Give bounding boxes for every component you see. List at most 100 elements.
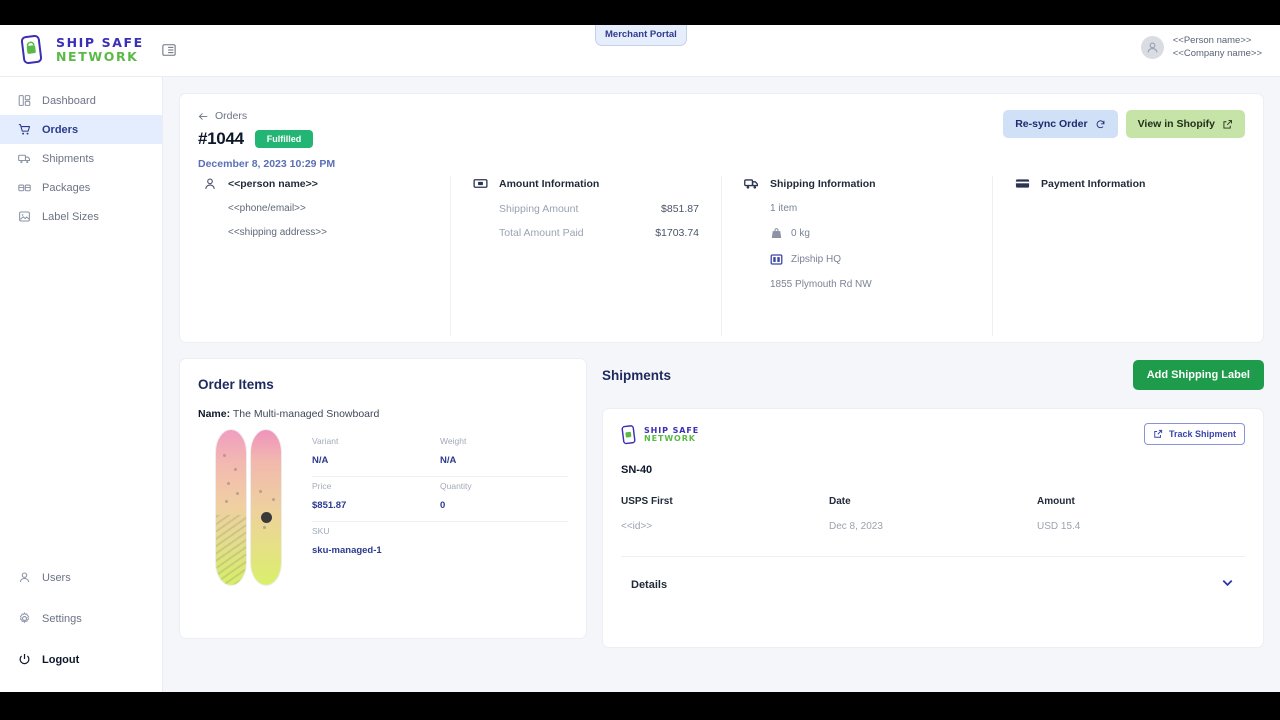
- sidebar-item-settings[interactable]: Settings: [0, 604, 162, 633]
- shipments-section: Shipments Add Shipping Label SHIP SAFE N…: [602, 358, 1264, 648]
- money-icon: [473, 176, 488, 191]
- shipping-info-panel: Shipping Information 1 item 0 kg Zipship…: [722, 176, 993, 336]
- shipping-location-row: Zipship HQ: [770, 253, 970, 266]
- sidebar-item-dashboard[interactable]: Dashboard: [0, 86, 162, 115]
- sidebar-item-users[interactable]: Users: [0, 563, 162, 592]
- sidebar-item-label: Dashboard: [42, 94, 96, 107]
- column-value: <<id>>: [621, 521, 653, 532]
- sidebar: Dashboard Orders Shipments Packages Labe…: [0, 77, 163, 692]
- order-summary-card: Orders #1044 Fulfilled December 8, 2023 …: [179, 93, 1264, 343]
- shipping-street: 1855 Plymouth Rd NW: [770, 279, 872, 290]
- shipment-details-label: Details: [631, 579, 668, 591]
- view-in-shopify-label: View in Shopify: [1137, 118, 1215, 130]
- shipments-title: Shipments: [602, 367, 672, 383]
- status-badge: Fulfilled: [254, 130, 314, 148]
- shipping-location: Zipship HQ: [791, 254, 842, 265]
- shipment-details-toggle[interactable]: Details: [621, 557, 1245, 595]
- user-icon: [18, 571, 31, 584]
- shipment-amount-cell: Amount USD 15.4: [1037, 496, 1245, 532]
- spec-quantity: Quantity 0: [440, 481, 568, 511]
- box-icon: [18, 181, 31, 194]
- customer-name: <<person name>>: [228, 177, 318, 190]
- app-logo[interactable]: SHIP SAFE NETWORK: [20, 35, 176, 65]
- resync-order-label: Re-sync Order: [1015, 118, 1088, 130]
- sync-icon: [1096, 119, 1104, 128]
- spec-value: N/A: [312, 455, 329, 466]
- weight-icon: [771, 228, 782, 239]
- snowboard-left: [215, 430, 246, 585]
- sidebar-item-label: Packages: [42, 181, 91, 194]
- arrow-left-icon: [198, 112, 208, 120]
- spec-value: $851.87: [312, 500, 347, 511]
- sidebar-secondary-nav: Users Settings Logout: [0, 563, 162, 674]
- order-item-detail: Variant N/A Weight N/A Price $851.87 Qua…: [198, 426, 568, 586]
- customer-contact: <<phone/email>>: [228, 203, 306, 214]
- amount-row: Total Amount Paid $1703.74: [499, 227, 699, 239]
- letterbox-bottom: [0, 692, 1280, 720]
- amount-row-label: Total Amount Paid: [499, 227, 584, 239]
- order-items-title: Order Items: [198, 377, 274, 392]
- track-shipment-button[interactable]: Track Shipment: [1143, 423, 1245, 445]
- sidebar-item-orders[interactable]: Orders: [0, 115, 162, 144]
- amount-info-panel: Amount Information Shipping Amount $851.…: [451, 176, 722, 336]
- sidebar-item-logout[interactable]: Logout: [0, 645, 162, 674]
- snowboard-pattern: [215, 515, 246, 585]
- column-header: USPS First: [621, 496, 673, 507]
- shipping-info-title: Shipping Information: [770, 177, 876, 190]
- shipment-card: SHIP SAFE NETWORK Track Shipment SN-40 U…: [602, 408, 1264, 648]
- amount-row-value: $1703.74: [655, 227, 699, 239]
- external-link-icon: [1154, 429, 1163, 438]
- dashboard-icon: [18, 94, 31, 107]
- product-image: [198, 426, 298, 586]
- payment-info-title: Payment Information: [1041, 177, 1146, 190]
- add-shipping-label-button[interactable]: Add Shipping Label: [1132, 360, 1264, 390]
- customer-info-body: <<phone/email>> <<shipping address>>: [202, 191, 428, 238]
- customer-address: <<shipping address>>: [228, 227, 327, 238]
- sidebar-item-label: Users: [42, 571, 71, 584]
- logo-text-line1: SHIP SAFE: [56, 35, 144, 50]
- shipment-number: SN-40: [621, 464, 653, 476]
- amount-row: Shipping Amount $851.87: [499, 203, 699, 215]
- warehouse-icon: [770, 254, 783, 265]
- spec-row: Price $851.87 Quantity 0: [312, 477, 568, 522]
- menu-toggle-icon[interactable]: [162, 43, 176, 57]
- spec-label: Quantity: [440, 481, 472, 491]
- merchant-portal-badge[interactable]: Merchant Portal: [595, 25, 687, 46]
- gear-icon: [18, 612, 31, 625]
- amount-row-value: $851.87: [661, 203, 699, 215]
- user-name: <<Person name>>: [1172, 35, 1252, 46]
- order-item-name: Name: The Multi-managed Snowboard: [198, 408, 568, 420]
- user-menu[interactable]: <<Person name>> <<Company name>>: [1140, 35, 1262, 61]
- column-header: Date: [829, 496, 851, 507]
- sidebar-item-packages[interactable]: Packages: [0, 173, 162, 202]
- page-title: #1044: [198, 129, 244, 148]
- spec-value: 0: [440, 500, 446, 511]
- amount-info-title: Amount Information: [499, 177, 600, 190]
- sidebar-item-label: Settings: [42, 612, 82, 625]
- sidebar-item-label: Orders: [42, 123, 79, 136]
- customer-info-header: <<person name>>: [202, 176, 428, 191]
- shipping-weight: 0 kg: [791, 228, 810, 239]
- chevron-down-icon[interactable]: [1220, 575, 1235, 595]
- avatar: [1140, 36, 1164, 60]
- customer-info-panel: <<person name>> <<phone/email>> <<shippi…: [180, 176, 451, 336]
- amount-info-header: Amount Information: [473, 176, 699, 191]
- spec-label: Price: [312, 481, 332, 491]
- sidebar-item-label: Label Sizes: [42, 210, 99, 223]
- back-link-label: Orders: [215, 110, 248, 122]
- order-item-name-label: Name:: [198, 408, 231, 420]
- cart-icon: [18, 123, 31, 136]
- spec-value: N/A: [440, 455, 457, 466]
- shipping-info-body: 1 item 0 kg Zipship HQ 1855 Plymouth Rd …: [744, 191, 970, 290]
- shipping-info-header: Shipping Information: [744, 176, 970, 191]
- order-actions: Re-sync Order View in Shopify: [1003, 110, 1245, 138]
- view-in-shopify-button[interactable]: View in Shopify: [1125, 110, 1245, 138]
- resync-order-button[interactable]: Re-sync Order: [1003, 110, 1118, 138]
- order-item-product-name: The Multi-managed Snowboard: [232, 408, 380, 420]
- sidebar-item-shipments[interactable]: Shipments: [0, 144, 162, 173]
- shipments-header: Shipments Add Shipping Label: [602, 358, 1264, 390]
- amount-row-label: Shipping Amount: [499, 203, 579, 215]
- shipment-service-cell: USPS First <<id>>: [621, 496, 829, 532]
- sidebar-item-label-sizes[interactable]: Label Sizes: [0, 202, 162, 231]
- shield-phone-icon: [20, 35, 43, 64]
